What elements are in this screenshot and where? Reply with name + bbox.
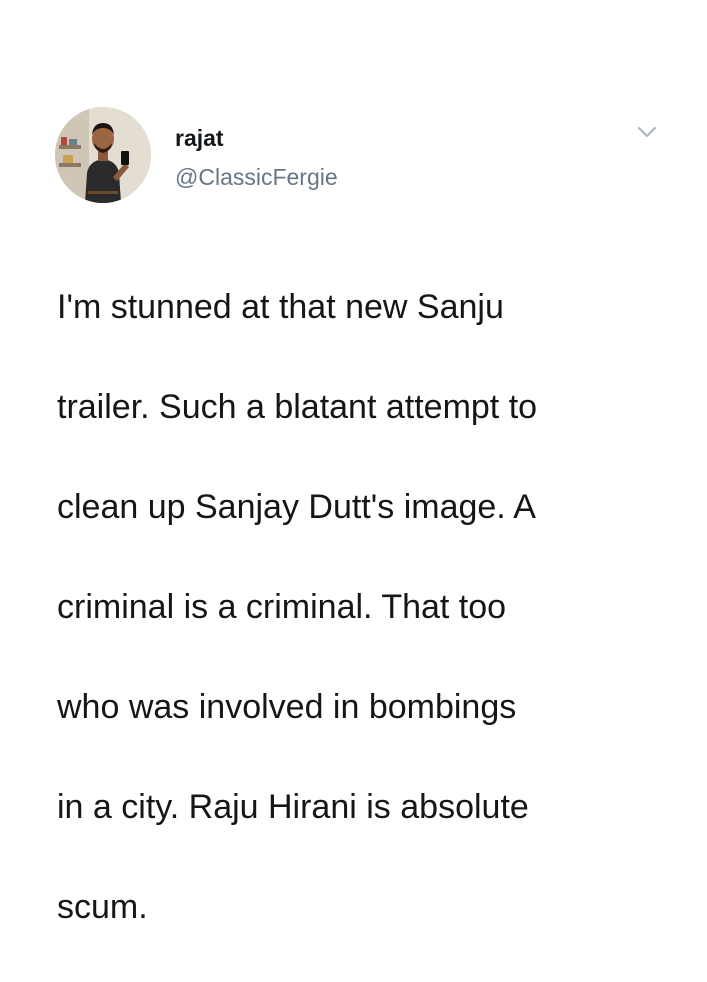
user-handle[interactable]: @ClassicFergie — [175, 163, 338, 191]
tweet-text-line: who was involved in bombings — [57, 688, 517, 726]
display-name[interactable]: rajat — [175, 124, 224, 152]
avatar[interactable] — [55, 107, 151, 203]
tweet-text-line: scum. — [57, 888, 148, 926]
tweet-text-line: I'm stunned at that new Sanju — [57, 288, 504, 326]
tweet-text-line: trailer. Such a blatant attempt to — [57, 388, 538, 426]
tweet-text-line: clean up Sanjay Dutt's image. A — [57, 488, 536, 526]
tweet-text-line: in a city. Raju Hirani is absolute — [57, 788, 529, 826]
chevron-down-icon[interactable] — [636, 124, 658, 140]
tweet-text: I'm stunned at that new Sanju trailer. S… — [57, 232, 657, 982]
tweet-text-line: criminal is a criminal. That too — [57, 588, 507, 626]
tweet-card: rajat @ClassicFergie I'm stunned at that… — [0, 0, 707, 926]
profile-photo-icon — [55, 107, 151, 203]
